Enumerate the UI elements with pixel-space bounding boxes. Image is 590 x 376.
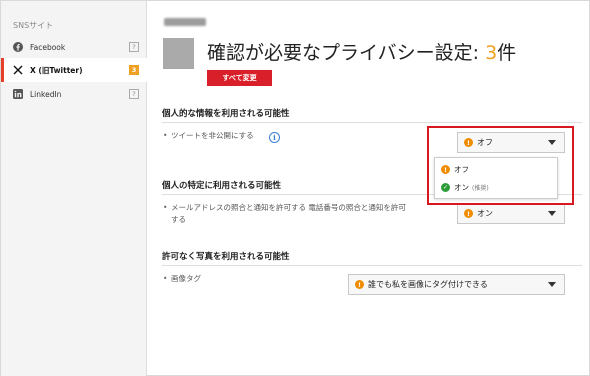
- title-suffix: 件: [497, 42, 517, 64]
- sidebar-item-label: LinkedIn: [30, 89, 62, 99]
- unknown-status-badge: ?: [129, 42, 139, 52]
- change-all-button[interactable]: すべて変更: [207, 70, 272, 86]
- x-logo-icon: [12, 65, 23, 76]
- sidebar-heading: SNSサイト: [13, 21, 54, 30]
- chevron-down-icon: [548, 282, 556, 287]
- sidebar-item-label: X (旧Twitter): [30, 65, 83, 75]
- chevron-down-icon: [548, 211, 556, 216]
- info-icon[interactable]: i: [269, 132, 280, 143]
- sidebar-item-facebook[interactable]: Facebook ?: [1, 35, 147, 59]
- sidebar-item-label: Facebook: [30, 42, 66, 52]
- blurred-account-name: [164, 18, 206, 26]
- setting-label: 画像タグ: [163, 273, 201, 285]
- warning-icon: !: [464, 209, 473, 218]
- main-panel: 確認が必要なプライバシー設定: 3件 すべて変更 個人的な情報を利用される可能性…: [148, 1, 590, 376]
- select-value: 誰でも私を画像にタグ付けできる: [368, 280, 488, 289]
- avatar: [163, 38, 194, 69]
- sidebar-item-linkedin[interactable]: LinkedIn ?: [1, 82, 147, 106]
- page-title: 確認が必要なプライバシー設定: 3件: [207, 38, 516, 65]
- highlight-box: [427, 126, 574, 205]
- app-window: SNSサイト Facebook ? X (旧Twitter) 3 LinkedI…: [0, 0, 590, 376]
- unknown-status-badge: ?: [129, 89, 139, 99]
- contact-matching-select[interactable]: ! オン: [457, 203, 565, 224]
- setting-label-line2: する: [171, 215, 186, 224]
- section-title: 個人的な情報を利用される可能性: [162, 109, 290, 119]
- divider: [162, 122, 582, 123]
- setting-label: ツイートを非公開にする: [163, 130, 254, 142]
- title-count: 3: [485, 42, 498, 64]
- photo-tagging-select[interactable]: ! 誰でも私を画像にタグ付けできる: [348, 274, 565, 295]
- divider: [162, 265, 582, 266]
- title-prefix: 確認が必要なプライバシー設定:: [207, 42, 486, 64]
- sidebar-item-x[interactable]: X (旧Twitter) 3: [1, 58, 147, 82]
- linkedin-icon: [12, 89, 23, 100]
- section-title: 許可なく写真を利用される可能性: [162, 252, 290, 262]
- issue-count-badge: 3: [129, 65, 139, 75]
- facebook-icon: [12, 42, 23, 53]
- setting-label-line1: メールアドレスの照合と通知を許可する 電話番号の照合と通知を許可: [171, 203, 406, 212]
- sidebar: SNSサイト Facebook ? X (旧Twitter) 3 LinkedI…: [1, 1, 147, 376]
- setting-label: メールアドレスの照合と通知を許可する 電話番号の照合と通知を許可 する: [163, 202, 451, 226]
- section-title: 個人の特定に利用される可能性: [162, 181, 282, 191]
- select-value: オン: [477, 209, 493, 218]
- warning-icon: !: [355, 280, 364, 289]
